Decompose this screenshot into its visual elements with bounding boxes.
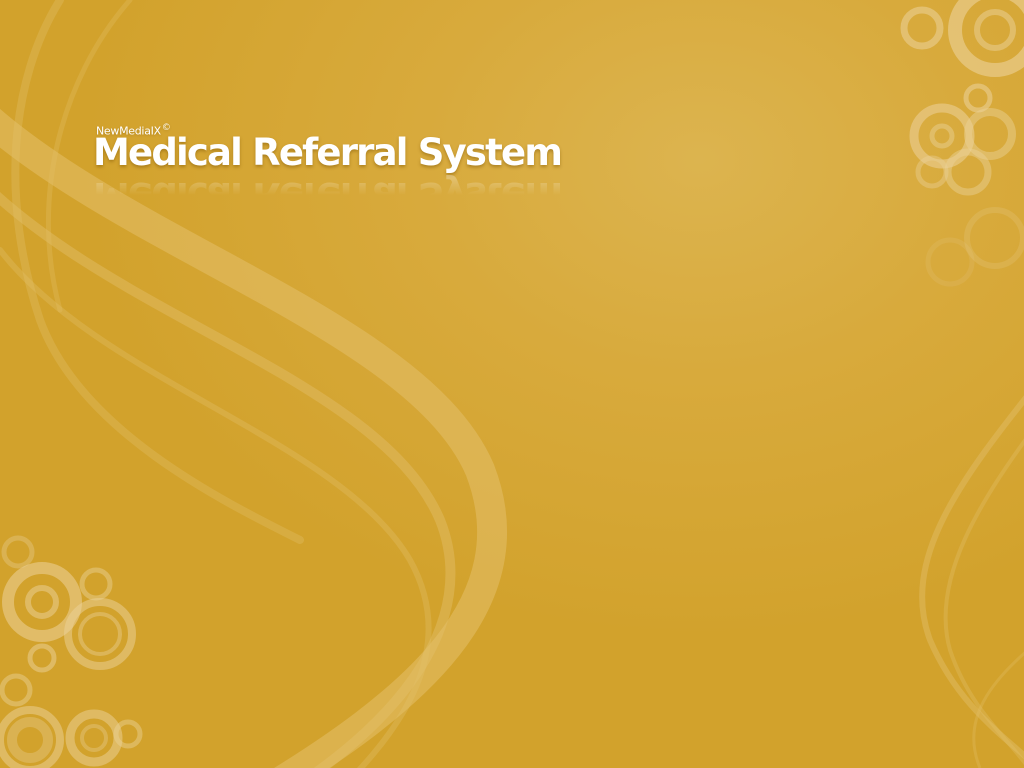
top-right-circles	[900, 0, 1024, 287]
title-block: Medical Referral System Medical Referral…	[93, 130, 563, 217]
right-ribbon-swoosh	[919, 395, 1024, 768]
splash-screen: NewMediaIX© Medical Referral System Medi…	[0, 0, 1024, 768]
bottom-left-circles	[0, 535, 143, 768]
background-decoration	[0, 0, 1024, 768]
app-title: Medical Referral System	[93, 131, 563, 174]
